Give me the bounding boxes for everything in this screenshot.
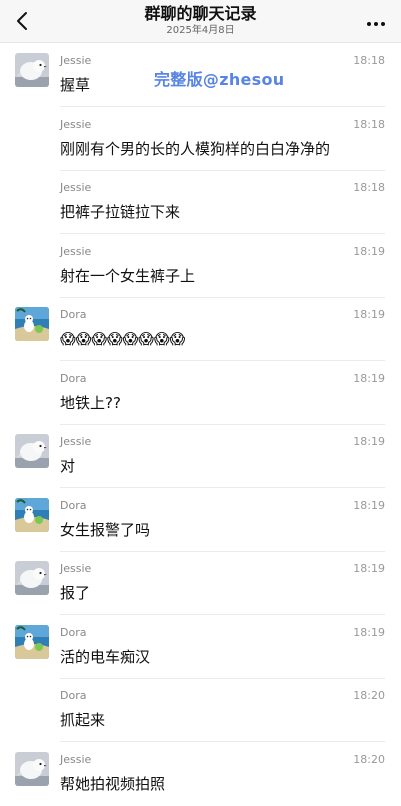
avatar[interactable] — [15, 751, 49, 786]
message-text: 对 — [60, 457, 76, 475]
message-time: 18:19 — [353, 244, 385, 258]
message-text: 帮她拍视频拍照 — [60, 774, 166, 793]
message-text: 把裤子拉链拉下来 — [60, 203, 181, 221]
message-text: 握草 — [60, 76, 91, 94]
message-time: 18:19 — [353, 625, 385, 639]
sender-name: Jessie — [60, 54, 92, 67]
message-time: 18:20 — [353, 689, 385, 702]
more-horizontal-icon[interactable] — [361, 6, 391, 36]
chat-message[interactable]: Jessie 18:18 握草 — [0, 43, 401, 107]
sender-name: Jessie — [60, 562, 92, 575]
avatar[interactable] — [15, 434, 49, 468]
sender-name: Jessie — [60, 752, 92, 766]
sender-name: Dora — [60, 308, 87, 321]
page-date: 2025年4月8日 — [166, 25, 235, 36]
message-text: 射在一个女生裤子上 — [60, 266, 196, 285]
sender-name: Jessie — [60, 181, 92, 194]
sender-name: Jessie — [60, 244, 92, 258]
chat-message[interactable]: Jessie 18:19 射在一个女生裤子上 — [0, 234, 401, 298]
top-bar: 群聊的聊天记录 2025年4月8日 — [0, 0, 401, 43]
message-text: 刚刚有个男的长的人模狗样的白白净净的 — [60, 139, 331, 158]
chat-message[interactable]: Dora 18:19 地铁上?? — [0, 361, 401, 425]
message-time: 18:19 — [353, 308, 385, 321]
chat-message[interactable]: Dora 18:20 抓起来 — [0, 678, 401, 742]
message-time: 18:20 — [353, 752, 385, 766]
avatar[interactable] — [15, 561, 49, 595]
message-time: 18:19 — [353, 498, 385, 512]
message-time: 18:19 — [353, 371, 385, 385]
chevron-left-icon[interactable] — [8, 6, 38, 36]
chat-message[interactable]: Jessie 18:18 把裤子拉链拉下来 — [0, 170, 401, 234]
message-text: 地铁上?? — [60, 393, 121, 412]
chat-message[interactable]: Dora 18:19 活的电车痴汉 — [0, 615, 401, 679]
message-text: 抓起来 — [60, 711, 106, 729]
sender-name: Dora — [60, 625, 87, 639]
chat-message[interactable]: Jessie 18:20 帮她拍视频拍照 — [0, 742, 401, 806]
sender-name: Jessie — [60, 117, 92, 131]
sender-name: Dora — [60, 498, 87, 512]
title-block: 群聊的聊天记录 2025年4月8日 — [70, 4, 331, 37]
page-title: 群聊的聊天记录 — [144, 4, 257, 23]
chat-message[interactable]: Jessie 18:19 报了 — [0, 551, 401, 615]
avatar[interactable] — [15, 497, 49, 532]
sender-name: Dora — [60, 689, 87, 702]
chat-message[interactable]: Jessie 18:19 对 — [0, 424, 401, 488]
avatar[interactable] — [15, 53, 49, 87]
sender-name: Jessie — [60, 435, 92, 448]
chat-message[interactable]: Jessie 18:18 刚刚有个男的长的人模狗样的白白净净的 — [0, 107, 401, 171]
avatar[interactable] — [15, 307, 49, 341]
message-time: 18:18 — [353, 181, 385, 194]
message-text: 女生报警了吗 — [60, 520, 151, 539]
message-text: 活的电车痴汉 — [60, 647, 151, 666]
chat-message[interactable]: Dora 18:19 😱😱😱😱😱😱😱😱 — [0, 297, 401, 361]
avatar[interactable] — [15, 624, 49, 659]
message-time: 18:18 — [353, 117, 385, 131]
sender-name: Dora — [60, 371, 87, 385]
message-time: 18:19 — [353, 435, 385, 448]
message-text: 😱😱😱😱😱😱😱😱 — [60, 330, 186, 348]
chat-message[interactable]: Dora 18:19 女生报警了吗 — [0, 488, 401, 552]
message-time: 18:18 — [353, 54, 385, 67]
message-text: 报了 — [60, 584, 91, 602]
message-time: 18:19 — [353, 562, 385, 575]
